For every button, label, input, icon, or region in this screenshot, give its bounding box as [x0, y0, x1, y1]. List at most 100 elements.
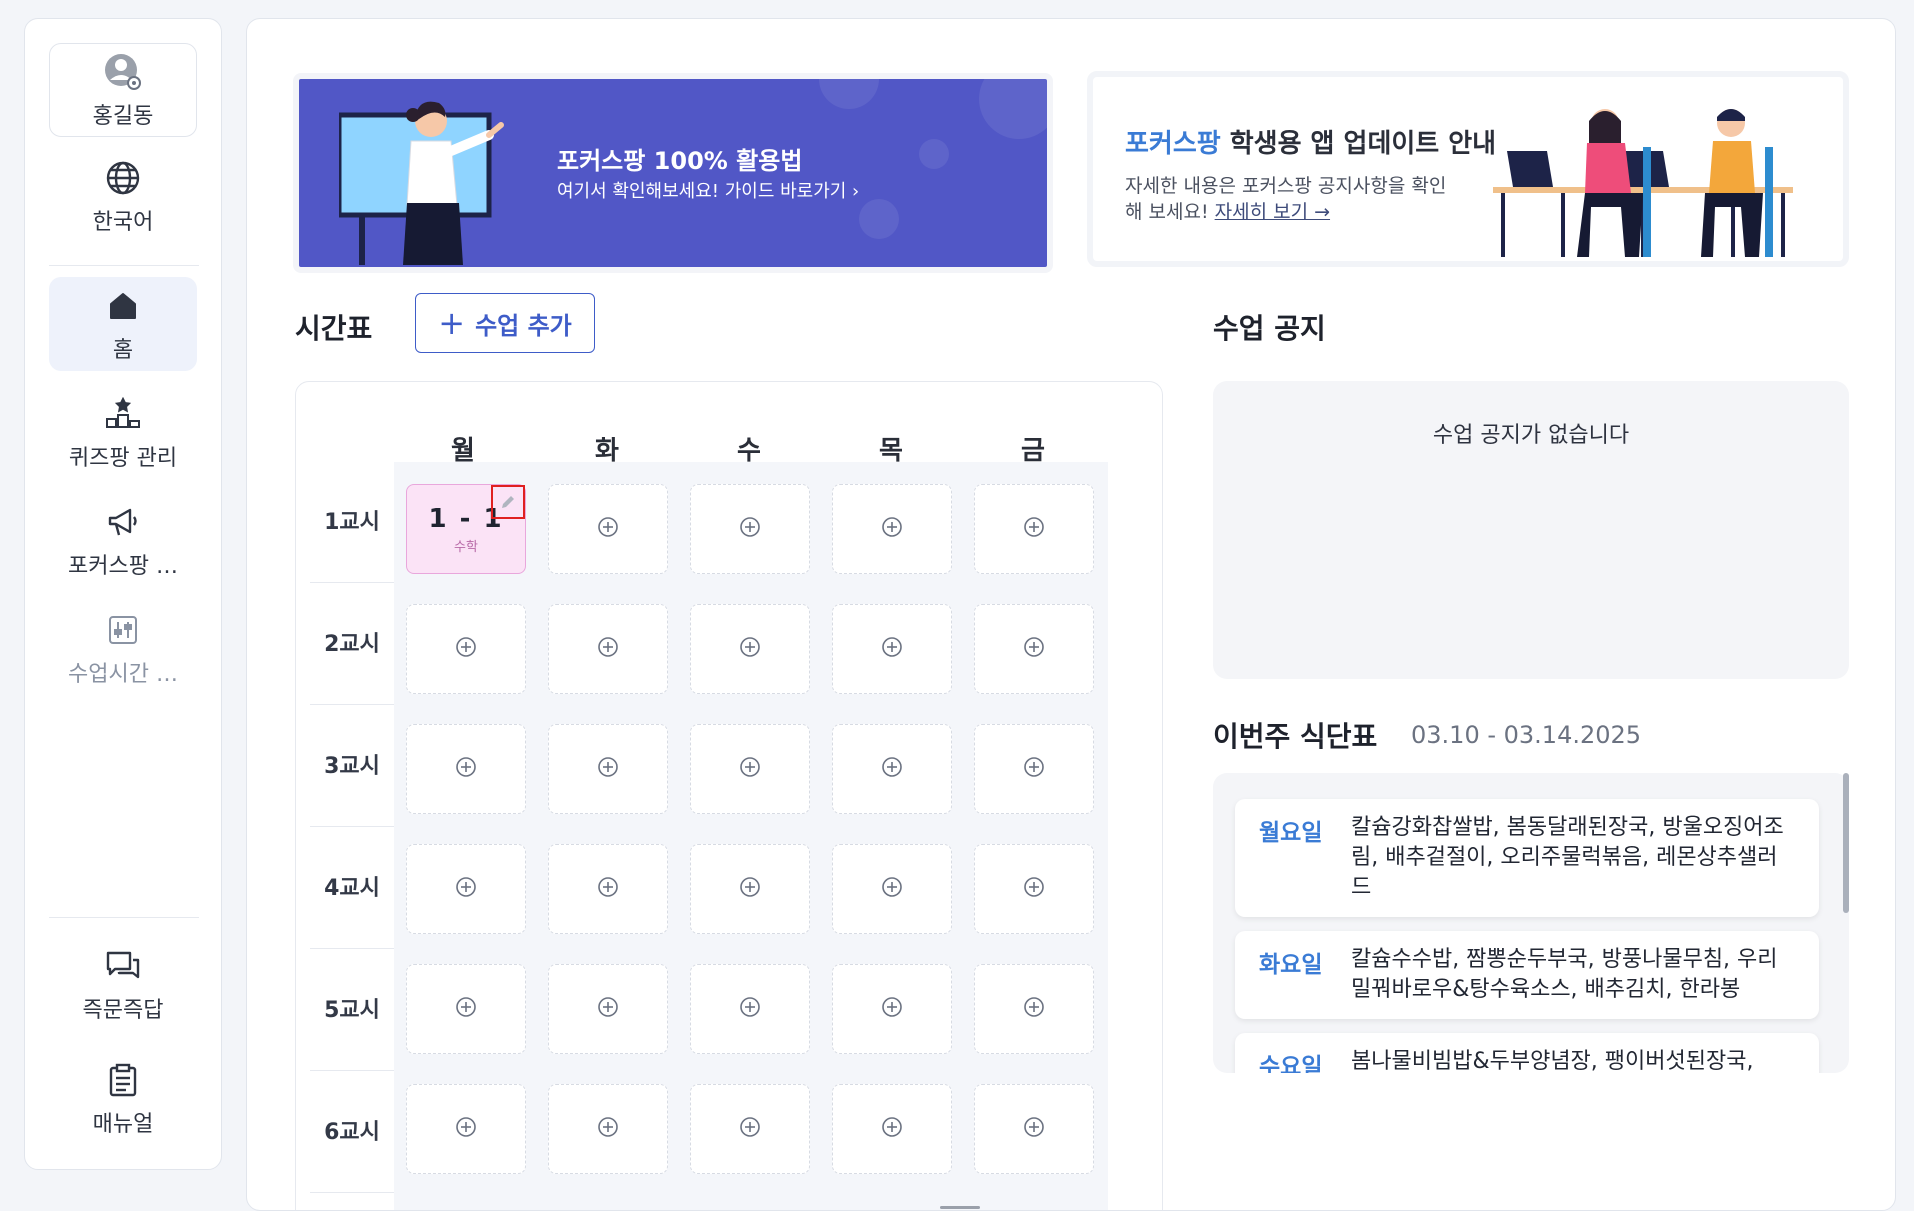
- sidebar-item-quiz[interactable]: 퀴즈팡 관리: [49, 385, 197, 479]
- empty-slot-cell[interactable]: [832, 724, 952, 814]
- plus-circle-icon: [1023, 1116, 1045, 1142]
- period-label: 4교시: [324, 876, 380, 901]
- empty-slot-cell[interactable]: [548, 964, 668, 1054]
- empty-slot-cell[interactable]: [832, 604, 952, 694]
- day-header: 금: [1021, 436, 1045, 466]
- sliders-icon: [101, 608, 145, 652]
- empty-slot-cell[interactable]: [690, 484, 810, 574]
- period-label: 2교시: [324, 632, 380, 657]
- plus-circle-icon: [597, 756, 619, 782]
- empty-slot-cell[interactable]: [690, 1084, 810, 1174]
- period-label: 6교시: [324, 1120, 380, 1145]
- language-label: 한국어: [92, 210, 154, 235]
- timetable: 월 화 수 목 금 1교시 2교시 3교시 4교시 5교시 6교시 1 - 1수…: [295, 381, 1163, 1210]
- plus-circle-icon: [739, 1116, 761, 1142]
- empty-slot-cell[interactable]: [548, 604, 668, 694]
- empty-slot-cell[interactable]: [832, 844, 952, 934]
- update-banner[interactable]: 포커스팡 학생용 앱 업데이트 안내 자세한 내용은 포커스팡 공지사항을 확인…: [1087, 71, 1849, 267]
- sidebar-item-class-time[interactable]: 수업시간 …: [49, 601, 197, 695]
- sidebar-item-label: 홈: [112, 338, 134, 363]
- plus-circle-icon: [455, 1116, 477, 1142]
- sidebar-item-label: 포커스팡 …: [68, 554, 178, 579]
- menu-list[interactable]: 월요일 칼슘강화찹쌀밥, 봄동달래된장국, 방울오징어조림, 배추겉절이, 오리…: [1213, 773, 1849, 1073]
- plus-circle-icon: [881, 636, 903, 662]
- plus-circle-icon: [881, 876, 903, 902]
- menu-items: 칼슘강화찹쌀밥, 봄동달래된장국, 방울오징어조림, 배추겉절이, 오리주물럭볶…: [1351, 815, 1784, 900]
- empty-slot-cell[interactable]: [690, 604, 810, 694]
- teacher-illustration: [339, 101, 504, 265]
- empty-slot-cell[interactable]: [406, 964, 526, 1054]
- menu-day: 화요일: [1259, 952, 1323, 978]
- clipboard-icon: [101, 1058, 145, 1102]
- notice-empty-text: 수업 공지가 없습니다: [1432, 423, 1630, 448]
- empty-slot-cell[interactable]: [406, 844, 526, 934]
- megaphone-icon: [101, 500, 145, 544]
- timetable-title: 시간표: [295, 312, 373, 345]
- home-icon: [101, 284, 145, 328]
- update-detail-link[interactable]: 자세히 보기 →: [1215, 201, 1330, 223]
- update-banner-text: 자세한 내용은 포커스팡 공지사항을 확인해 보세요! 자세히 보기 →: [1125, 175, 1447, 223]
- notice-panel: 수업 공지가 없습니다: [1213, 381, 1849, 679]
- empty-slot-cell[interactable]: [406, 604, 526, 694]
- empty-slot-cell[interactable]: [406, 724, 526, 814]
- guide-banner-link[interactable]: 여기서 확인해보세요! 가이드 바로가기 ›: [557, 177, 859, 203]
- menu-day: 수요일: [1259, 1054, 1323, 1073]
- empty-slot-cell[interactable]: [548, 484, 668, 574]
- bottom-handle[interactable]: [940, 1206, 980, 1209]
- menu-title: 이번주 식단표: [1213, 720, 1378, 753]
- guide-banner-title: 포커스팡 100% 활용법: [557, 147, 803, 175]
- sidebar-item-home[interactable]: 홈: [49, 277, 197, 371]
- empty-slot-cell[interactable]: [832, 964, 952, 1054]
- sidebar-item-label: 퀴즈팡 관리: [68, 446, 178, 471]
- class-subject: 수학: [454, 539, 478, 555]
- empty-slot-cell[interactable]: [832, 1084, 952, 1174]
- profile-button[interactable]: 홍길동: [49, 43, 197, 137]
- day-header: 월: [451, 436, 475, 466]
- sidebar-item-focuspang[interactable]: 포커스팡 …: [49, 493, 197, 587]
- edit-pencil-icon[interactable]: [491, 485, 525, 519]
- menu-day: 월요일: [1259, 820, 1323, 846]
- globe-icon: [101, 156, 145, 200]
- sidebar-item-manual[interactable]: 매뉴얼: [49, 1051, 197, 1145]
- plus-circle-icon: [597, 1116, 619, 1142]
- empty-slot-cell[interactable]: [974, 1084, 1094, 1174]
- sidebar-item-qna[interactable]: 즉문즉답: [49, 937, 197, 1031]
- plus-circle-icon: [455, 756, 477, 782]
- plus-circle-icon: [455, 876, 477, 902]
- user-settings-icon: [101, 50, 145, 94]
- empty-slot-cell[interactable]: [974, 484, 1094, 574]
- menu-items: 봄나물비빔밥&두부양념장, 팽이버섯된장국,: [1351, 1049, 1754, 1073]
- add-class-button[interactable]: + 수업 추가: [415, 293, 595, 353]
- guide-banner[interactable]: 포커스팡 100% 활용법 여기서 확인해보세요! 가이드 바로가기 ›: [293, 73, 1053, 273]
- empty-slot-cell[interactable]: [548, 724, 668, 814]
- empty-slot-cell[interactable]: [548, 844, 668, 934]
- class-cell-filled[interactable]: 1 - 1 수학: [406, 484, 526, 574]
- plus-circle-icon: [597, 996, 619, 1022]
- menu-scrollbar[interactable]: [1843, 773, 1849, 913]
- empty-slot-cell[interactable]: [690, 724, 810, 814]
- plus-circle-icon: [881, 516, 903, 542]
- menu-card: 화요일 칼슘수수밥, 짬뽕순두부국, 방풍나물무침, 우리밀꿔바로우&탕수육소스…: [1235, 931, 1819, 1019]
- empty-slot-cell[interactable]: [974, 604, 1094, 694]
- update-banner-title: 포커스팡 학생용 앱 업데이트 안내: [1125, 129, 1497, 159]
- plus-circle-icon: [739, 756, 761, 782]
- plus-circle-icon: [597, 876, 619, 902]
- empty-slot-cell[interactable]: [548, 1084, 668, 1174]
- empty-slot-cell[interactable]: [974, 844, 1094, 934]
- plus-circle-icon: [739, 996, 761, 1022]
- menu-card: 수요일 봄나물비빔밥&두부양념장, 팽이버섯된장국,: [1235, 1033, 1819, 1073]
- plus-circle-icon: [881, 996, 903, 1022]
- empty-slot-cell[interactable]: [690, 844, 810, 934]
- plus-circle-icon: [597, 636, 619, 662]
- empty-slot-cell[interactable]: [690, 964, 810, 1054]
- sidebar-item-label: 즉문즉답: [82, 998, 164, 1023]
- chat-icon: [101, 944, 145, 988]
- empty-slot-cell[interactable]: [406, 1084, 526, 1174]
- empty-slot-cell[interactable]: [974, 964, 1094, 1054]
- day-header: 화: [595, 436, 619, 466]
- language-button[interactable]: 한국어: [49, 149, 197, 243]
- empty-slot-cell[interactable]: [974, 724, 1094, 814]
- empty-slot-cell[interactable]: [832, 484, 952, 574]
- plus-circle-icon: [739, 876, 761, 902]
- menu-card: 월요일 칼슘강화찹쌀밥, 봄동달래된장국, 방울오징어조림, 배추겉절이, 오리…: [1235, 799, 1819, 917]
